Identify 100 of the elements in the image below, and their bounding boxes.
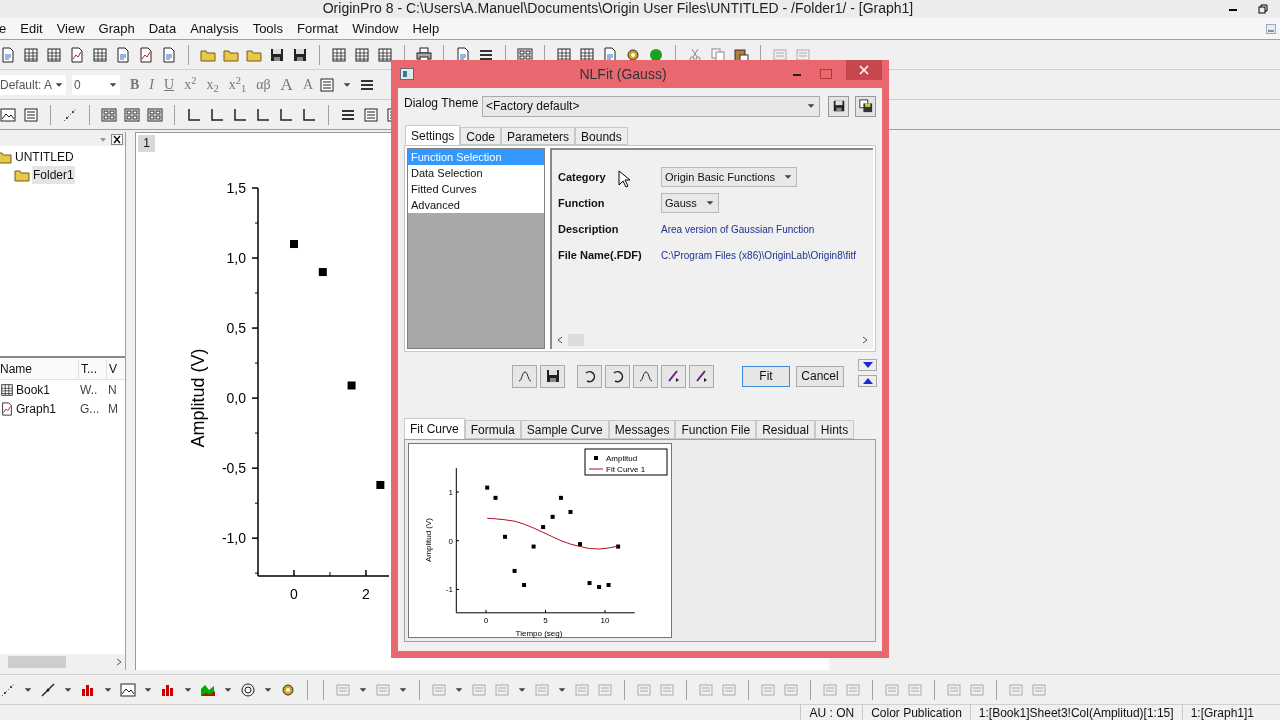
column-header[interactable]: V: [106, 359, 117, 378]
tab[interactable]: Fit Curve: [404, 418, 465, 439]
ball-icon[interactable]: [648, 46, 664, 63]
tab[interactable]: Bounds: [575, 127, 628, 145]
chart-page-icon[interactable]: [69, 46, 85, 63]
menu-item[interactable]: Graph: [98, 18, 135, 39]
tool-button[interactable]: [540, 364, 565, 388]
menu-item[interactable]: Help: [412, 18, 440, 39]
save-icon[interactable]: [269, 46, 285, 63]
gear-icon[interactable]: [625, 46, 641, 63]
format-button[interactable]: U: [164, 74, 175, 95]
folder-icon[interactable]: [0, 149, 12, 165]
menu-item[interactable]: Data: [148, 18, 177, 39]
format-button[interactable]: I: [149, 74, 154, 95]
nav-item[interactable]: Fitted Curves: [408, 181, 544, 197]
image-icon[interactable]: [120, 681, 136, 698]
axis-icon[interactable]: [186, 106, 202, 123]
menu-item[interactable]: View: [56, 18, 85, 39]
layer-indicator[interactable]: 1: [138, 135, 155, 152]
tab[interactable]: Parameters: [501, 127, 576, 145]
format-button[interactable]: A: [302, 74, 313, 95]
chart-page-icon[interactable]: [0, 401, 14, 416]
tool-button[interactable]: [605, 364, 630, 388]
tool-button[interactable]: [577, 364, 602, 388]
expand-button[interactable]: [858, 375, 877, 387]
function-dropdown[interactable]: Origin Basic Functions: [661, 167, 798, 187]
axis-icon[interactable]: [255, 106, 271, 123]
tab[interactable]: Code: [460, 127, 502, 145]
tab[interactable]: Formula: [464, 420, 521, 439]
save-as-button[interactable]: [855, 95, 876, 117]
axis-icon[interactable]: [232, 106, 248, 123]
font-dropdown[interactable]: Default: A: [0, 74, 66, 95]
tree-item[interactable]: Folder1: [32, 166, 75, 184]
scroll-right-icon[interactable]: [115, 658, 123, 666]
spreadsheet-icon[interactable]: [331, 46, 347, 63]
menu-item[interactable]: Format: [297, 18, 339, 39]
font-size-dropdown[interactable]: 0: [72, 74, 120, 95]
spreadsheet-icon[interactable]: [23, 46, 39, 63]
tab[interactable]: Settings: [405, 125, 461, 145]
tab[interactable]: Sample Curve: [520, 420, 609, 439]
layout-icon[interactable]: [101, 106, 117, 123]
function-dropdown[interactable]: Gauss: [661, 193, 719, 213]
page-icon[interactable]: [161, 46, 177, 63]
horizontal-scrollbar[interactable]: [0, 654, 125, 670]
chart-page-icon[interactable]: [138, 46, 154, 63]
nav-item[interactable]: Advanced: [408, 197, 544, 213]
page-icon[interactable]: [115, 46, 131, 63]
scroll-right-icon[interactable]: [861, 336, 869, 344]
page-icon[interactable]: [0, 46, 16, 63]
format-button[interactable]: A: [280, 71, 293, 98]
theme-dropdown[interactable]: <Factory default>: [482, 95, 821, 117]
tree-item[interactable]: UNTITLED: [14, 148, 75, 166]
spreadsheet-icon[interactable]: [377, 46, 393, 63]
menu-item[interactable]: Edit: [20, 18, 43, 39]
tab[interactable]: Messages: [608, 420, 676, 439]
save-icon[interactable]: [292, 46, 308, 63]
list-icon[interactable]: [319, 76, 335, 93]
dialog-button[interactable]: Fit: [742, 365, 790, 387]
format-button[interactable]: x$_{2}$: [206, 74, 219, 95]
format-button[interactable]: αβ: [256, 74, 271, 95]
spreadsheet-icon[interactable]: [579, 46, 595, 63]
layout-icon[interactable]: [147, 106, 163, 123]
axis-icon[interactable]: [301, 106, 317, 123]
collapse-button[interactable]: [858, 359, 877, 371]
tab[interactable]: Residual: [756, 420, 815, 439]
tool-button[interactable]: [661, 364, 686, 388]
image-icon[interactable]: [0, 106, 16, 123]
close-button[interactable]: [846, 60, 882, 80]
list-icon[interactable]: [363, 106, 379, 123]
menu-item[interactable]: Tools: [252, 18, 283, 39]
spreadsheet-icon[interactable]: [354, 46, 370, 63]
folder-icon[interactable]: [14, 167, 30, 183]
gear-icon[interactable]: [280, 681, 296, 698]
spreadsheet-icon[interactable]: [556, 46, 572, 63]
save-button[interactable]: [828, 95, 850, 117]
column-header[interactable]: T...: [78, 359, 106, 378]
scissors-icon[interactable]: [687, 46, 703, 63]
menu-item[interactable]: Analysis: [190, 18, 239, 39]
format-button[interactable]: x$^{2}$: [184, 74, 197, 95]
menu-item[interactable]: e: [0, 18, 7, 39]
close-icon[interactable]: [111, 133, 123, 145]
nav-item[interactable]: Data Selection: [408, 165, 544, 181]
format-button[interactable]: B: [130, 74, 140, 95]
spreadsheet-icon[interactable]: [46, 46, 62, 63]
restore-icon[interactable]: [1258, 3, 1268, 14]
tab[interactable]: Function File: [675, 420, 757, 439]
spreadsheet-icon[interactable]: [92, 46, 108, 63]
column-header[interactable]: Name: [0, 359, 78, 378]
spreadsheet-icon[interactable]: [0, 382, 14, 397]
copy-icon[interactable]: [710, 46, 726, 63]
line-plot-icon[interactable]: [40, 681, 56, 698]
dialog-button[interactable]: Cancel: [796, 365, 844, 387]
axis-icon[interactable]: [278, 106, 294, 123]
scroll-left-icon[interactable]: [556, 336, 564, 344]
ring-icon[interactable]: [240, 681, 256, 698]
tool-button[interactable]: [689, 364, 714, 388]
menu-item[interactable]: Window: [352, 18, 399, 39]
layout-icon[interactable]: [124, 106, 140, 123]
list-icon[interactable]: [23, 106, 39, 123]
tab[interactable]: Hints: [814, 420, 855, 439]
